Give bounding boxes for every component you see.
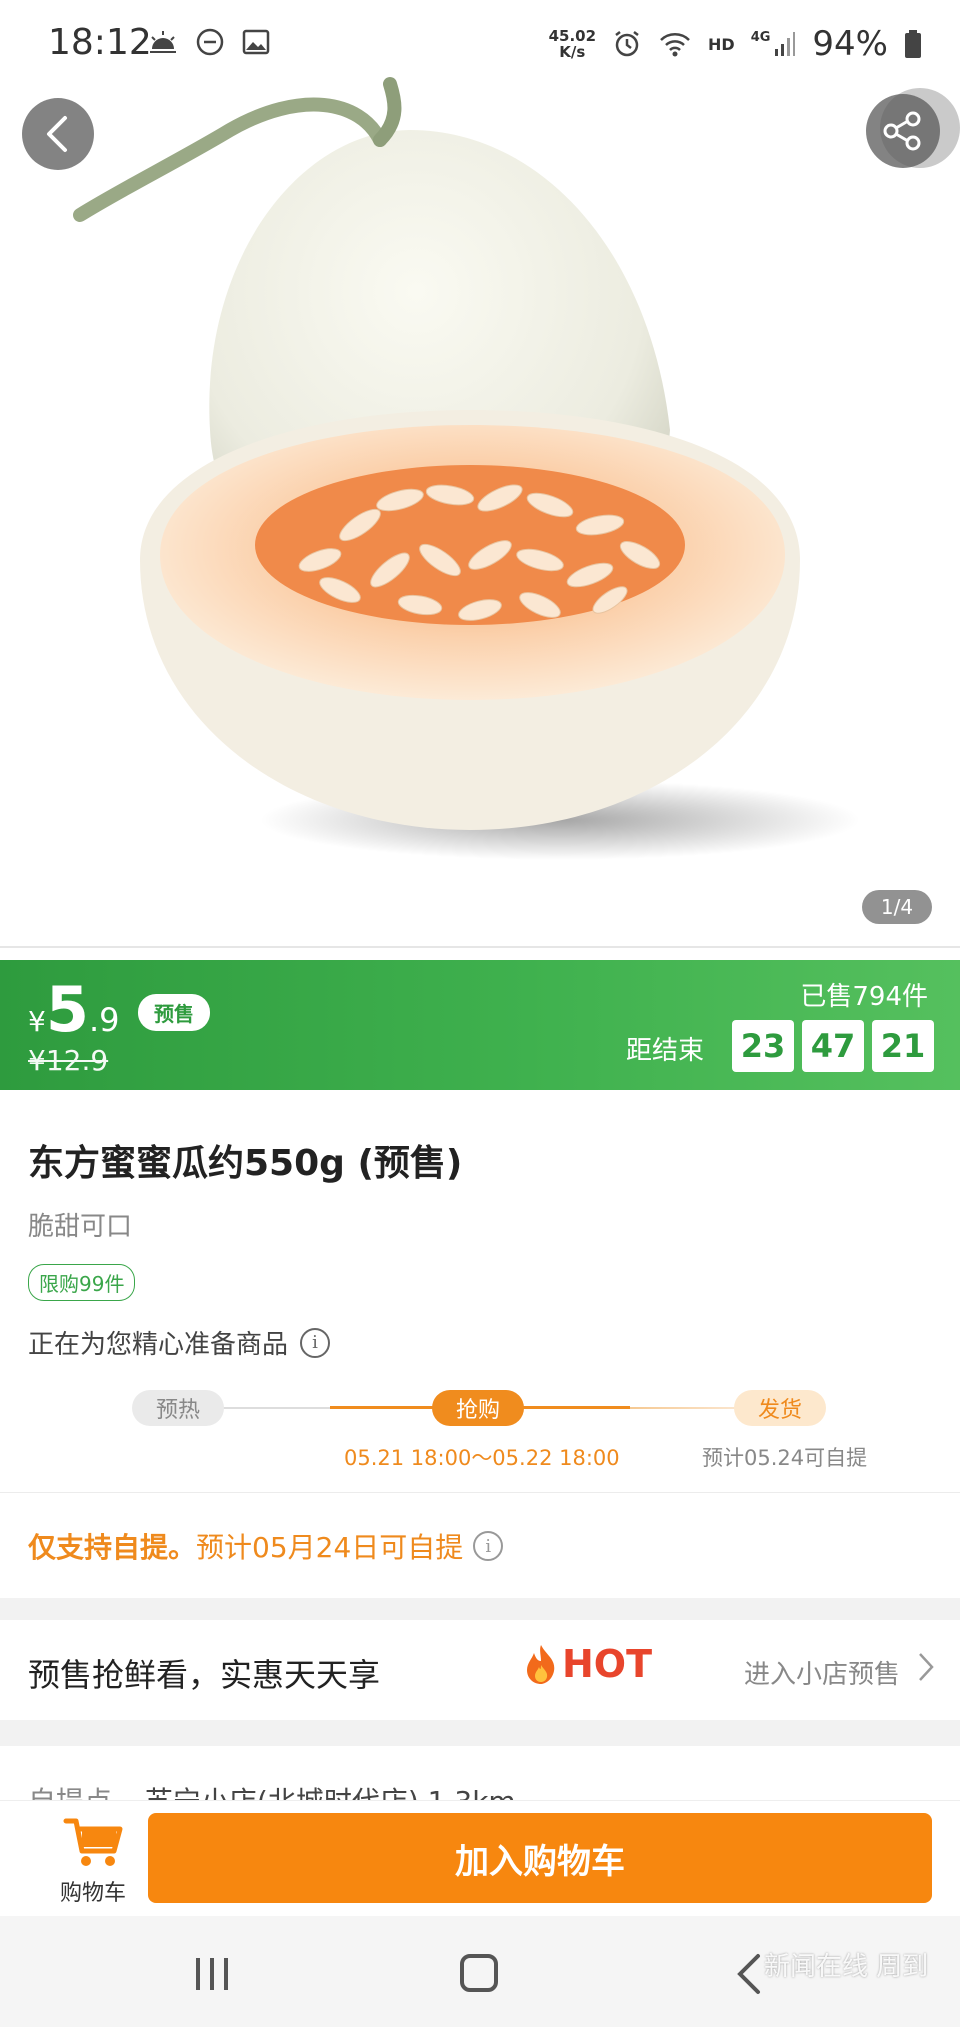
step-preheat: 预热 (132, 1390, 224, 1426)
sold-count: 已售794件 (800, 982, 928, 1012)
chevron-right-icon (919, 1653, 934, 1681)
status-time: 18:12 (48, 22, 152, 63)
shipping-date: 预计05.24可自提 (702, 1446, 868, 1470)
do-not-disturb-icon (196, 28, 224, 56)
shop-presale-row[interactable]: 预售抢鲜看，实惠天天享 HOT 进入小店预售 (0, 1620, 960, 1720)
melon-image (73, 77, 860, 860)
fire-icon (527, 1645, 555, 1684)
network-speed: 45.02 K/s (548, 27, 597, 61)
wifi-icon (660, 33, 690, 57)
product-subtitle: 脆甜可口 (28, 1212, 133, 1242)
product-image-gallery[interactable]: 1/4 (0, 0, 960, 948)
price-banner: ¥ 5 .9 预售 ¥12.9 已售794件 距结束 23 47 21 (0, 960, 960, 1090)
step-flash-sale: 抢购 (432, 1390, 524, 1426)
weather-icon (150, 31, 176, 53)
battery-level: 94% (812, 24, 888, 64)
preparing-status: 正在为您精心准备商品 i (28, 1324, 331, 1361)
cart-label: 购物车 (59, 1881, 126, 1906)
divider (0, 1492, 960, 1493)
hd-indicator: HD (708, 34, 735, 54)
preparing-text: 正在为您精心准备商品 (28, 1330, 289, 1360)
network-type: 4G (750, 29, 771, 45)
product-title: 东方蜜蜜瓜约550g (预售) (28, 1143, 463, 1184)
pickup-only-notice: 仅支持自提。预计05月24日可自提 i (28, 1526, 504, 1566)
countdown-hours: 23 (732, 1020, 794, 1072)
shopping-cart-icon (63, 1818, 123, 1866)
purchase-limit-tag: 限购99件 (28, 1264, 136, 1301)
info-icon[interactable]: i (300, 1327, 331, 1358)
signal-icon (775, 32, 796, 56)
watermark: 新闻在线 周到 (764, 1952, 929, 1982)
presale-progress: 预热 抢购 发货 05.21 18:00～05.22 18:00 预计05.24… (0, 1386, 960, 1486)
chevron-left-icon (47, 116, 67, 152)
section-gap (0, 1598, 960, 1620)
section-gap (0, 1720, 960, 1746)
back-icon[interactable] (734, 1952, 762, 1996)
hot-badge: HOT (524, 1642, 652, 1686)
countdown-label: 距结束 (626, 1036, 705, 1066)
gallery-pager: 1/4 (862, 890, 932, 924)
original-price: ¥12.9 (28, 1044, 109, 1077)
status-bar: 18:12 45.02 K/s HD 4G 94% (0, 0, 960, 90)
home-icon[interactable] (460, 1954, 498, 1992)
share-button[interactable] (866, 94, 940, 168)
flash-sale-date: 05.21 18:00～05.22 18:00 (344, 1446, 620, 1470)
battery-icon (905, 30, 921, 58)
step-shipping: 发货 (734, 1390, 826, 1426)
alarm-icon (615, 31, 639, 57)
countdown-seconds: 21 (872, 1020, 934, 1072)
enter-shop-presale-link[interactable]: 进入小店预售 (744, 1654, 900, 1691)
countdown-minutes: 47 (802, 1020, 864, 1072)
promo-text: 预售抢鲜看，实惠天天享 (28, 1656, 381, 1694)
divider (0, 946, 960, 948)
back-button[interactable] (22, 98, 94, 170)
presale-badge: 预售 (138, 994, 210, 1031)
countdown-timer: 23 47 21 (732, 1020, 934, 1072)
cart-button[interactable]: 购物车 (50, 1815, 136, 1907)
gallery-icon (242, 29, 270, 55)
recent-apps-icon[interactable] (194, 1956, 230, 1992)
info-icon[interactable]: i (473, 1531, 504, 1561)
bottom-action-bar: 购物车 加入购物车 (0, 1800, 960, 1916)
share-icon (883, 111, 921, 151)
current-price: ¥ 5 .9 (28, 973, 120, 1046)
add-to-cart-button[interactable]: 加入购物车 (148, 1813, 932, 1903)
